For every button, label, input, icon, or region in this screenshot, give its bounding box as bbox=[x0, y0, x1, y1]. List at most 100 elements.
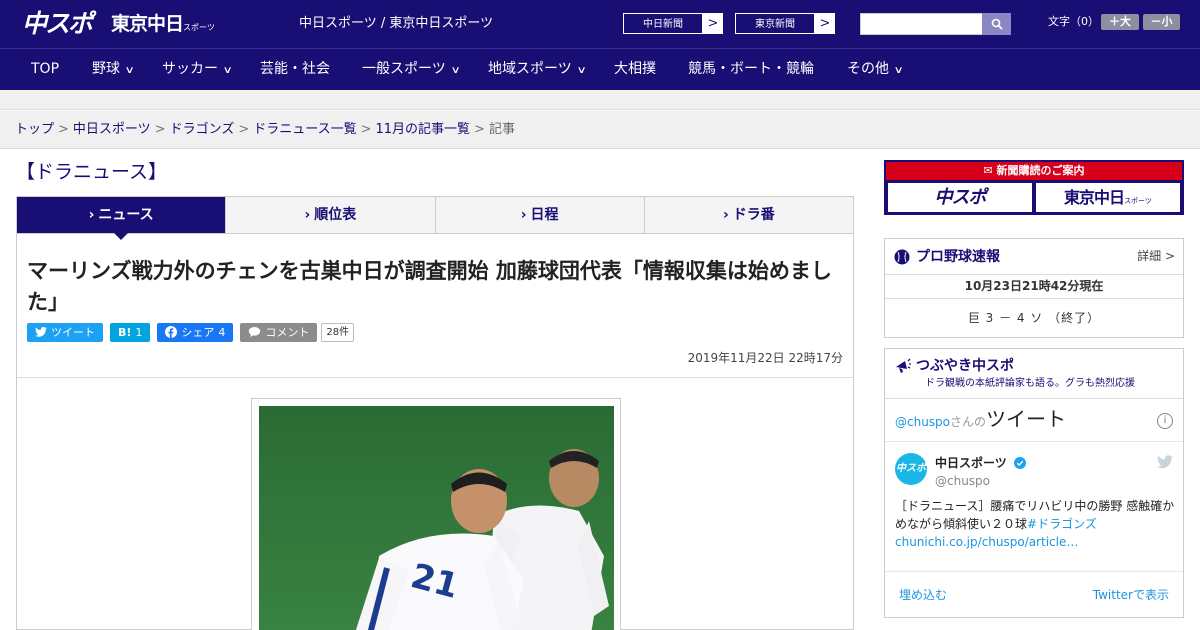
breadcrumb-link[interactable]: 11月の記事一覧 bbox=[376, 122, 471, 137]
article-photo[interactable]: 21 bbox=[259, 406, 614, 630]
chevron-right-icon: > bbox=[707, 16, 719, 31]
breadcrumb-separator: > bbox=[238, 122, 250, 137]
twitter-san-label: さんの bbox=[950, 415, 987, 429]
font-larger-button[interactable]: ＋大 bbox=[1101, 14, 1139, 30]
hatena-bookmark-button[interactable]: B! 1 bbox=[110, 322, 151, 342]
tab-standings[interactable]: › 順位表 bbox=[226, 197, 436, 233]
nav-item-racing[interactable]: 競馬・ボート・競輪 bbox=[688, 49, 814, 91]
article-headline: マーリンズ戦力外のチェンを古巣中日が調査開始 加藤球団代表「情報収集は始めました… bbox=[27, 259, 832, 314]
tweet-button-label: ツイート bbox=[51, 325, 95, 339]
tweet-hashtag[interactable]: #ドラゴンズ bbox=[1027, 517, 1097, 531]
nav-item-entertainment[interactable]: 芸能・社会 bbox=[260, 49, 330, 91]
search-button[interactable] bbox=[982, 13, 1011, 35]
nav-item-soccer[interactable]: サッカー ∨ bbox=[162, 49, 233, 91]
subscription-chuspo-link[interactable]: 中スポ bbox=[888, 183, 1032, 212]
newspaper-icon: ✉ bbox=[983, 164, 997, 177]
divider bbox=[885, 571, 1183, 572]
chuspo-logo[interactable]: 中スポ bbox=[22, 9, 93, 39]
baseball-scores-box: プロ野球速報 詳細 > 10月23日21時42分現在 巨 3 － 4 ソ （終了… bbox=[884, 238, 1184, 338]
nav-item-label: 野球 bbox=[92, 61, 120, 77]
breadcrumb-link[interactable]: ドラゴンズ bbox=[170, 122, 235, 137]
chevron-down-icon: ∨ bbox=[893, 65, 904, 76]
tab-dora-ban[interactable]: › ドラ番 bbox=[644, 197, 853, 233]
baseball-scores-header: プロ野球速報 詳細 > bbox=[885, 239, 1183, 275]
tab-schedule[interactable]: › 日程 bbox=[435, 197, 645, 233]
breadcrumb: トップ > 中日スポーツ > ドラゴンズ > ドラニュース一覧 >11月の記事一覧 > 記事 bbox=[15, 121, 515, 139]
tweet-author-handle[interactable]: @chuspo bbox=[935, 473, 990, 489]
twitter-bird-icon bbox=[35, 327, 47, 337]
nav-item-label: 大相撲 bbox=[614, 61, 656, 77]
breadcrumb-link[interactable]: ドラニュース一覧 bbox=[253, 122, 356, 137]
players-stretching-photo: 21 bbox=[259, 406, 614, 630]
facebook-share-label: シェア bbox=[181, 325, 215, 339]
tokyo-shimbun-link[interactable]: 東京新聞 > bbox=[734, 12, 836, 35]
tweet-author-name[interactable]: 中日スポーツ bbox=[935, 455, 1026, 471]
twitter-widget-heading: ツイート bbox=[986, 407, 1067, 431]
breadcrumb-separator: > bbox=[154, 122, 166, 137]
tab-label: ニュース bbox=[98, 207, 154, 223]
tab-label: 日程 bbox=[530, 207, 559, 223]
twitter-bird-icon[interactable] bbox=[1157, 455, 1173, 469]
comment-count[interactable]: 28件 bbox=[321, 322, 355, 342]
embed-link[interactable]: 埋め込む bbox=[899, 587, 947, 603]
font-size-label: 文字（0） bbox=[1048, 15, 1099, 28]
breadcrumb-link[interactable]: トップ bbox=[15, 122, 54, 137]
baseball-detail-link[interactable]: 詳細 > bbox=[1137, 248, 1175, 264]
nav-item-general-sports[interactable]: 一般スポーツ ∨ bbox=[362, 49, 461, 91]
subscription-banner-title: ✉ 新聞購読のご案内 bbox=[886, 162, 1182, 180]
nav-item-local-sports[interactable]: 地域スポーツ ∨ bbox=[488, 49, 587, 91]
speech-bubble-icon bbox=[249, 327, 261, 337]
tab-news[interactable]: › ニュース bbox=[17, 197, 227, 240]
tweet-button[interactable]: ツイート bbox=[27, 322, 103, 342]
chevron-down-icon: ∨ bbox=[450, 65, 461, 76]
hatena-count: 1 bbox=[135, 325, 143, 339]
tokyo-logo-text: 東京中日 bbox=[111, 13, 184, 35]
top-header: 中スポ 東京中日スポーツ 中日スポーツ / 東京中日スポーツ 中日新聞 > 東京… bbox=[0, 0, 1200, 48]
nav-item-label: 芸能・社会 bbox=[260, 61, 330, 77]
nav-item-baseball[interactable]: 野球 ∨ bbox=[92, 49, 135, 91]
nav-item-label: 一般スポーツ bbox=[362, 61, 446, 77]
nav-item-sumo[interactable]: 大相撲 bbox=[614, 49, 656, 91]
view-on-twitter-link[interactable]: Twitterで表示 bbox=[1093, 587, 1169, 603]
divider bbox=[17, 377, 853, 378]
subscription-banner-label: 新聞購読のご案内 bbox=[996, 164, 1085, 177]
nav-item-label: 地域スポーツ bbox=[488, 61, 572, 77]
tweet-author-label: 中日スポーツ bbox=[935, 456, 1007, 470]
header-spacer bbox=[0, 90, 1200, 110]
subscription-tokyo-label: 東京中日 bbox=[1064, 188, 1125, 207]
main-nav: TOP 野球 ∨ サッカー ∨ 芸能・社会 一般スポーツ ∨ 地域スポーツ ∨ 大相撲 … bbox=[0, 48, 1200, 90]
chevron-right-icon: › bbox=[88, 207, 95, 223]
facebook-share-button[interactable]: シェア 4 bbox=[157, 322, 234, 342]
paper-link-label: 東京新聞 bbox=[735, 13, 815, 34]
chevron-right-icon: > bbox=[819, 16, 831, 31]
comment-button[interactable]: コメント bbox=[240, 322, 318, 342]
twitter-widget-header: @chuspoさんのツイート bbox=[895, 409, 1066, 432]
nav-item-label: サッカー bbox=[162, 61, 218, 77]
breadcrumb-link[interactable]: 中日スポーツ bbox=[73, 122, 151, 137]
nav-item-other[interactable]: その他 ∨ bbox=[847, 49, 904, 91]
tweet-link[interactable]: chunichi.co.jp/chuspo/article… bbox=[895, 535, 1078, 549]
nav-item-top[interactable]: TOP bbox=[31, 49, 59, 91]
avatar[interactable]: 中スポ bbox=[895, 453, 927, 485]
chevron-down-icon: ∨ bbox=[222, 65, 233, 76]
chunichi-shimbun-link[interactable]: 中日新聞 > bbox=[622, 12, 724, 35]
baseball-icon bbox=[894, 249, 910, 265]
comment-button-label: コメント bbox=[265, 325, 310, 339]
nav-item-label: その他 bbox=[847, 61, 889, 77]
breadcrumb-bar: トップ > 中日スポーツ > ドラゴンズ > ドラニュース一覧 >11月の記事一覧 > 記事 bbox=[0, 111, 1200, 149]
tokyo-chunichi-logo[interactable]: 東京中日スポーツ bbox=[111, 11, 215, 41]
social-buttons: ツイート B! 1 シェア 4 コメント 28件 bbox=[27, 322, 355, 342]
divider bbox=[885, 441, 1183, 442]
font-smaller-button[interactable]: －小 bbox=[1143, 14, 1180, 30]
facebook-icon bbox=[165, 326, 178, 338]
subscription-tokyo-link[interactable]: 東京中日スポーツ bbox=[1036, 183, 1180, 212]
site-name: 中日スポーツ / 東京中日スポーツ bbox=[299, 16, 494, 31]
twitter-account-link[interactable]: @chuspo bbox=[895, 415, 950, 429]
search-input[interactable] bbox=[860, 13, 983, 35]
breadcrumb-separator: > bbox=[360, 122, 372, 137]
subscription-banner[interactable]: ✉ 新聞購読のご案内 中スポ 東京中日スポーツ bbox=[884, 160, 1184, 215]
article: マーリンズ戦力外のチェンを古巣中日が調査開始 加藤球団代表「情報収集は始めました… bbox=[16, 234, 854, 630]
info-icon[interactable]: i bbox=[1157, 413, 1173, 429]
game-score[interactable]: 巨 3 － 4 ソ （終了） bbox=[885, 299, 1183, 337]
hatena-icon: B! bbox=[118, 325, 132, 339]
